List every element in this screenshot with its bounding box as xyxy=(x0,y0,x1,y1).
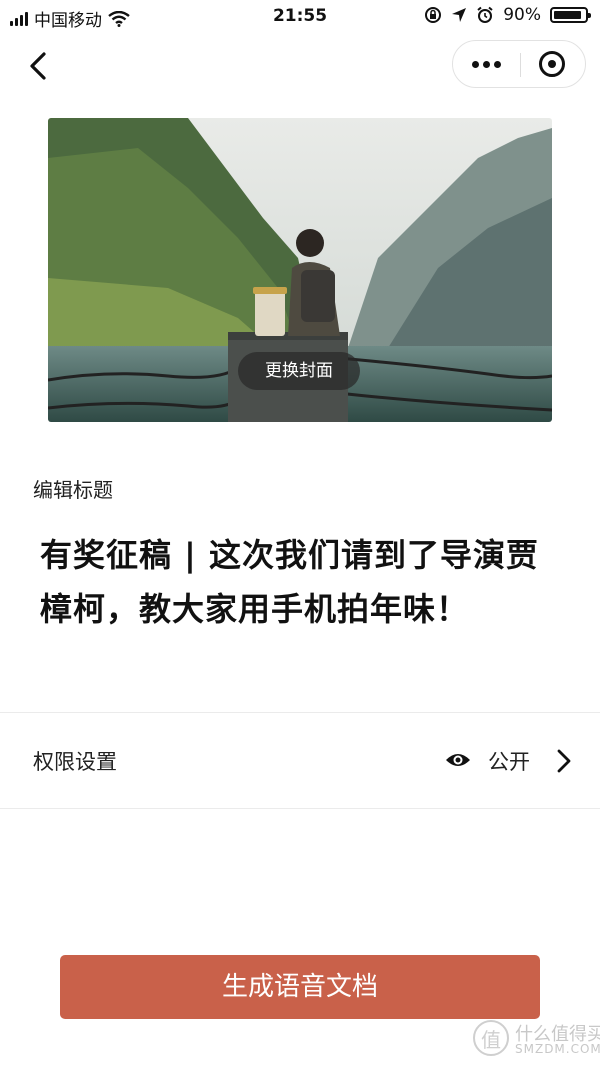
more-dots-icon xyxy=(471,60,501,68)
generate-audio-document-button[interactable]: 生成语音文档 xyxy=(60,955,540,1019)
cover-image[interactable]: 更换封面 xyxy=(48,118,552,422)
mini-program-capsule xyxy=(452,40,586,88)
permission-label: 权限设置 xyxy=(33,750,117,774)
eye-icon xyxy=(446,754,470,766)
edit-title-label[interactable]: 编辑标题 xyxy=(33,474,113,503)
change-cover-button[interactable]: 更换封面 xyxy=(238,352,360,390)
alarm-icon xyxy=(477,6,493,23)
status-right: 90% xyxy=(424,5,591,25)
status-bar: 中国移动 21:55 90% xyxy=(0,0,600,34)
location-icon xyxy=(452,8,467,22)
permission-value: 公开 xyxy=(488,750,530,774)
target-icon xyxy=(539,51,565,77)
battery-icon xyxy=(550,7,591,23)
battery-percent: 90% xyxy=(503,5,541,25)
back-button[interactable] xyxy=(22,48,58,84)
close-button[interactable] xyxy=(519,41,585,87)
nav-bar xyxy=(0,34,600,98)
chevron-right-icon xyxy=(557,749,571,773)
permission-settings-row[interactable]: 权限设置 公开 xyxy=(0,713,600,808)
divider xyxy=(0,808,600,809)
more-button[interactable] xyxy=(453,41,519,87)
orientation-lock-icon xyxy=(425,7,442,23)
smzdm-watermark: 值 什么值得买 SMZDM.COM xyxy=(473,1020,600,1060)
watermark-logo: 值 xyxy=(473,1020,509,1056)
watermark-subtext: SMZDM.COM xyxy=(515,1042,600,1056)
chevron-left-icon xyxy=(30,52,46,80)
article-title[interactable]: 有奖征稿 | 这次我们请到了导演贾樟柯，教大家用手机拍年味！ xyxy=(40,528,540,636)
